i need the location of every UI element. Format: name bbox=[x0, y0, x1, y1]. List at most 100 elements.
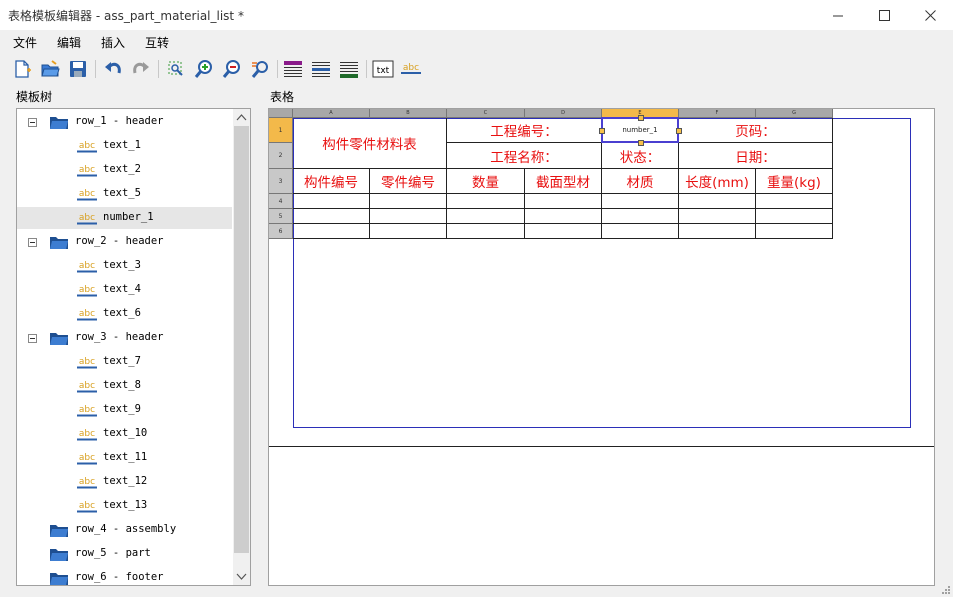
scroll-up-icon[interactable] bbox=[233, 109, 250, 126]
column-header[interactable]: D bbox=[525, 109, 602, 118]
collapse-icon[interactable] bbox=[28, 238, 37, 247]
tree-text-node[interactable]: abc text_13 bbox=[17, 495, 232, 517]
column-header[interactable]: G bbox=[756, 109, 833, 118]
cell-column-heading[interactable]: 长度(mm) bbox=[679, 169, 756, 194]
cell-column-heading[interactable]: 截面型材 bbox=[525, 169, 602, 194]
table-style-1-button[interactable] bbox=[281, 57, 305, 81]
cell-column-heading[interactable]: 构件编号 bbox=[293, 169, 370, 194]
tree-text-node[interactable]: abc text_2 bbox=[17, 159, 232, 181]
tree-text-node[interactable]: abc number_1 bbox=[17, 207, 232, 229]
tree-text-node[interactable]: abc text_9 bbox=[17, 399, 232, 421]
collapse-icon[interactable] bbox=[28, 334, 37, 343]
tree-text-node[interactable]: abc text_4 bbox=[17, 279, 232, 301]
template-tree[interactable]: row_1 - header abc text_1 abc text_2 abc text_… bbox=[16, 108, 251, 586]
cell-empty[interactable] bbox=[293, 209, 370, 224]
cell-empty[interactable] bbox=[370, 224, 447, 239]
cell-page-no[interactable]: 页码： bbox=[679, 118, 833, 143]
cell-empty[interactable] bbox=[756, 194, 833, 209]
cell-column-heading[interactable]: 重量(kg) bbox=[756, 169, 833, 194]
cell-empty[interactable] bbox=[525, 209, 602, 224]
cell-title[interactable]: 构件零件材料表 bbox=[293, 118, 447, 169]
scrollbar-thumb[interactable] bbox=[234, 126, 249, 553]
table-style-3-button[interactable] bbox=[337, 57, 361, 81]
row-header[interactable]: 4 bbox=[269, 194, 293, 209]
resize-handle[interactable] bbox=[637, 115, 644, 121]
cell-status[interactable]: 状态： bbox=[602, 143, 679, 169]
size-grip-icon[interactable] bbox=[940, 584, 952, 596]
tree-text-node[interactable]: abc text_1 bbox=[17, 135, 232, 157]
tree-text-node[interactable]: abc text_3 bbox=[17, 255, 232, 277]
cell-empty[interactable] bbox=[447, 224, 525, 239]
column-header[interactable]: C bbox=[447, 109, 525, 118]
minimize-button[interactable] bbox=[815, 0, 861, 30]
menu-edit[interactable]: 编辑 bbox=[57, 34, 81, 51]
cell-empty[interactable] bbox=[602, 209, 679, 224]
column-header[interactable]: B bbox=[370, 109, 447, 118]
menu-insert[interactable]: 插入 bbox=[101, 34, 125, 51]
collapse-icon[interactable] bbox=[28, 118, 37, 127]
cell-project-name[interactable]: 工程名称： bbox=[447, 143, 602, 169]
tree-text-node[interactable]: abc text_12 bbox=[17, 471, 232, 493]
tree-folder-node[interactable]: row_6 - footer bbox=[17, 567, 232, 585]
cell-empty[interactable] bbox=[525, 224, 602, 239]
tree-folder-node[interactable]: row_3 - header bbox=[17, 327, 232, 349]
tree-text-node[interactable]: abc text_10 bbox=[17, 423, 232, 445]
close-button[interactable] bbox=[907, 0, 953, 30]
cell-empty[interactable] bbox=[602, 224, 679, 239]
insert-abc-button[interactable]: abc bbox=[399, 57, 423, 81]
cell-empty[interactable] bbox=[679, 224, 756, 239]
undo-button[interactable] bbox=[101, 57, 125, 81]
cell-empty[interactable] bbox=[370, 194, 447, 209]
cell-date[interactable]: 日期： bbox=[679, 143, 833, 169]
zoom-out-button[interactable] bbox=[220, 57, 244, 81]
menu-file[interactable]: 文件 bbox=[13, 34, 37, 51]
table-editor[interactable]: A B C D E F G 1 2 3 4 5 6 构件零件材料表 工程编号： number_1 页码： 工程名称… bbox=[268, 108, 935, 586]
cell-column-heading[interactable]: 材质 bbox=[602, 169, 679, 194]
row-header[interactable]: 2 bbox=[269, 143, 293, 169]
zoom-fit-button[interactable] bbox=[164, 57, 188, 81]
cell-empty[interactable] bbox=[679, 209, 756, 224]
cell-column-heading[interactable]: 零件编号 bbox=[370, 169, 447, 194]
row-header[interactable]: 3 bbox=[269, 169, 293, 194]
tree-folder-node[interactable]: row_5 - part bbox=[17, 543, 232, 565]
cell-empty[interactable] bbox=[447, 209, 525, 224]
cell-empty[interactable] bbox=[679, 194, 756, 209]
row-header[interactable]: 5 bbox=[269, 209, 293, 224]
insert-txt-button[interactable]: txt bbox=[371, 57, 395, 81]
zoom-reset-button[interactable] bbox=[248, 57, 272, 81]
cell-empty[interactable] bbox=[525, 194, 602, 209]
tree-folder-node[interactable]: row_1 - header bbox=[17, 111, 232, 133]
tree-scrollbar[interactable] bbox=[233, 109, 250, 585]
tree-folder-node[interactable]: row_4 - assembly bbox=[17, 519, 232, 541]
tree-text-node[interactable]: abc text_5 bbox=[17, 183, 232, 205]
cell-column-heading[interactable]: 数量 bbox=[447, 169, 525, 194]
save-button[interactable] bbox=[66, 57, 90, 81]
resize-handle[interactable] bbox=[637, 140, 644, 146]
cell-empty[interactable] bbox=[447, 194, 525, 209]
open-button[interactable] bbox=[38, 57, 62, 81]
menu-convert[interactable]: 互转 bbox=[145, 34, 169, 51]
zoom-in-button[interactable] bbox=[192, 57, 216, 81]
tree-folder-node[interactable]: row_2 - header bbox=[17, 231, 232, 253]
cell-empty[interactable] bbox=[756, 224, 833, 239]
table-style-2-button[interactable] bbox=[309, 57, 333, 81]
cell-project-no[interactable]: 工程编号： bbox=[447, 118, 602, 143]
cell-empty[interactable] bbox=[370, 209, 447, 224]
redo-button[interactable] bbox=[129, 57, 153, 81]
row-header[interactable]: 1 bbox=[269, 118, 293, 143]
cell-empty[interactable] bbox=[602, 194, 679, 209]
resize-handle[interactable] bbox=[676, 127, 682, 134]
maximize-button[interactable] bbox=[861, 0, 907, 30]
column-header[interactable]: A bbox=[293, 109, 370, 118]
tree-text-node[interactable]: abc text_7 bbox=[17, 351, 232, 373]
column-header[interactable]: F bbox=[679, 109, 756, 118]
tree-text-node[interactable]: abc text_6 bbox=[17, 303, 232, 325]
new-button[interactable] bbox=[10, 57, 34, 81]
tree-text-node[interactable]: abc text_11 bbox=[17, 447, 232, 469]
cell-empty[interactable] bbox=[293, 194, 370, 209]
scroll-down-icon[interactable] bbox=[233, 568, 250, 585]
resize-handle[interactable] bbox=[599, 127, 605, 134]
cell-empty[interactable] bbox=[756, 209, 833, 224]
tree-text-node[interactable]: abc text_8 bbox=[17, 375, 232, 397]
cell-empty[interactable] bbox=[293, 224, 370, 239]
